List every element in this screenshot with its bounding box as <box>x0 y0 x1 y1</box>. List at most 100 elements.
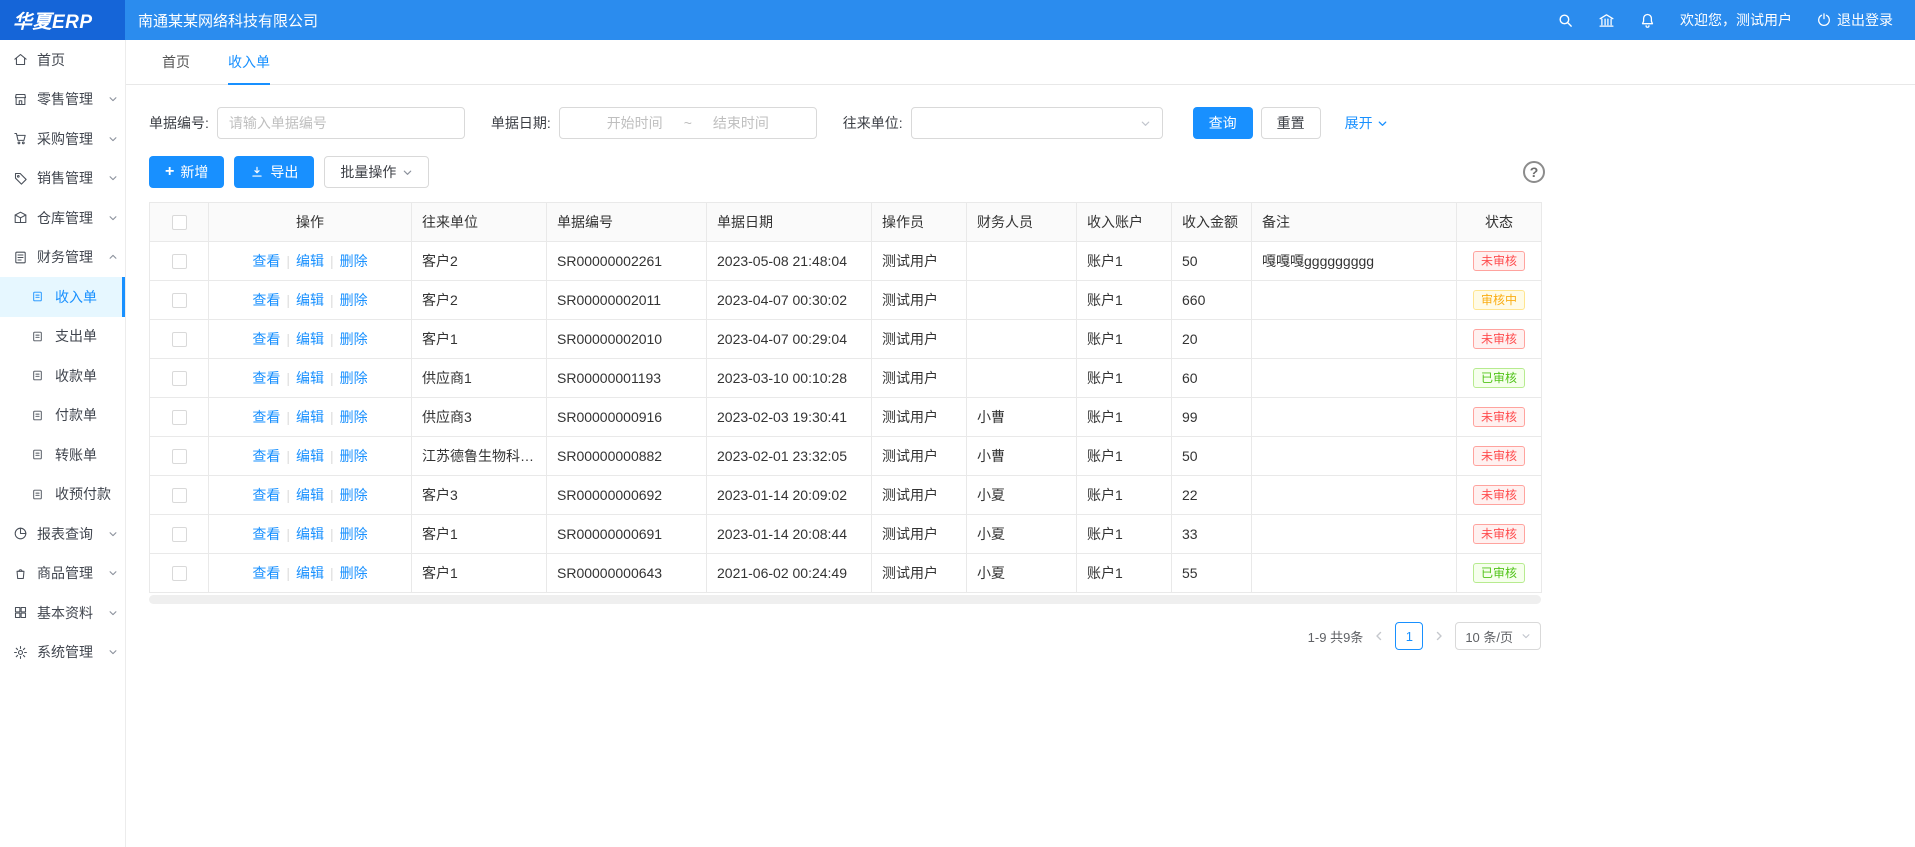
bill-no-input[interactable] <box>217 107 465 139</box>
action-separator: | <box>330 448 334 464</box>
sidebar-item-reports[interactable]: 报表查询 <box>0 514 125 554</box>
page-number-button[interactable]: 1 <box>1395 622 1423 650</box>
bill-no-label: 单据编号: <box>149 113 209 133</box>
edit-link[interactable]: 编辑 <box>296 370 324 386</box>
edit-link[interactable]: 编辑 <box>296 487 324 503</box>
operator-cell: 测试用户 <box>872 242 967 281</box>
row-checkbox[interactable] <box>172 371 187 386</box>
delete-link[interactable]: 删除 <box>340 409 368 425</box>
next-page-button[interactable] <box>1433 630 1445 642</box>
sidebar-item-purchase[interactable]: 采购管理 <box>0 119 125 159</box>
sidebar-item-home[interactable]: 首页 <box>0 40 125 80</box>
edit-link[interactable]: 编辑 <box>296 292 324 308</box>
edit-link[interactable]: 编辑 <box>296 409 324 425</box>
sidebar-subitem-expense-bill[interactable]: 支出单 <box>0 317 125 357</box>
account-cell: 账户1 <box>1077 476 1172 515</box>
view-link[interactable]: 查看 <box>252 331 280 347</box>
row-checkbox[interactable] <box>172 488 187 503</box>
page-size-select[interactable]: 10 条/页 <box>1455 622 1541 650</box>
operator-cell: 测试用户 <box>872 398 967 437</box>
add-button[interactable]: + 新增 <box>149 156 224 188</box>
delete-link[interactable]: 删除 <box>340 253 368 269</box>
sidebar-subitem-payment-bill[interactable]: 付款单 <box>0 396 125 436</box>
view-link[interactable]: 查看 <box>252 565 280 581</box>
row-checkbox[interactable] <box>172 293 187 308</box>
date-range-picker[interactable]: ~ <box>559 107 817 139</box>
bell-icon[interactable] <box>1639 12 1656 29</box>
search-icon[interactable] <box>1557 12 1574 29</box>
edit-link[interactable]: 编辑 <box>296 565 324 581</box>
sidebar-subitem-receipt-bill[interactable]: 收款单 <box>0 356 125 396</box>
date-end-input[interactable] <box>696 115 786 131</box>
table-row: 查看|编辑|删除客户2SR000000022612023-05-08 21:48… <box>150 242 1542 281</box>
tab-income-bill[interactable]: 收入单 <box>228 40 270 85</box>
sidebar-item-goods[interactable]: 商品管理 <box>0 554 125 594</box>
view-link[interactable]: 查看 <box>252 370 280 386</box>
row-checkbox[interactable] <box>172 332 187 347</box>
search-button[interactable]: 查询 <box>1193 107 1253 139</box>
delete-link[interactable]: 删除 <box>340 292 368 308</box>
tab-home[interactable]: 首页 <box>162 40 190 85</box>
horizontal-scrollbar[interactable] <box>149 595 1541 604</box>
batch-actions-button[interactable]: 批量操作 <box>324 156 429 188</box>
account-cell: 账户1 <box>1077 359 1172 398</box>
sidebar-item-sale[interactable]: 销售管理 <box>0 159 125 199</box>
edit-link[interactable]: 编辑 <box>296 331 324 347</box>
action-separator: | <box>286 409 290 425</box>
expand-toggle[interactable]: 展开 <box>1345 113 1388 133</box>
row-checkbox[interactable] <box>172 254 187 269</box>
date-start-input[interactable] <box>590 115 680 131</box>
view-link[interactable]: 查看 <box>252 292 280 308</box>
status-cell: 未审核 <box>1457 398 1542 437</box>
finance-staff-cell: 小曹 <box>967 437 1077 476</box>
bill-date-label: 单据日期: <box>491 113 551 133</box>
prev-page-button[interactable] <box>1373 630 1385 642</box>
finance-staff-cell <box>967 359 1077 398</box>
view-link[interactable]: 查看 <box>252 448 280 464</box>
bill-date-cell: 2023-01-14 20:09:02 <box>707 476 872 515</box>
status-cell: 已审核 <box>1457 554 1542 593</box>
view-link[interactable]: 查看 <box>252 409 280 425</box>
remark-cell <box>1252 515 1457 554</box>
col-amount: 收入金额 <box>1172 203 1252 242</box>
add-button-label: 新增 <box>180 165 208 179</box>
view-link[interactable]: 查看 <box>252 487 280 503</box>
building-icon[interactable] <box>1598 12 1615 29</box>
sidebar-item-finance[interactable]: 财务管理 <box>0 238 125 278</box>
delete-link[interactable]: 删除 <box>340 526 368 542</box>
view-link[interactable]: 查看 <box>252 253 280 269</box>
remark-cell <box>1252 476 1457 515</box>
row-checkbox[interactable] <box>172 410 187 425</box>
reset-button[interactable]: 重置 <box>1261 107 1321 139</box>
view-link[interactable]: 查看 <box>252 526 280 542</box>
delete-link[interactable]: 删除 <box>340 448 368 464</box>
sidebar-item-system[interactable]: 系统管理 <box>0 633 125 673</box>
partner-select[interactable] <box>911 107 1163 139</box>
select-all-checkbox[interactable] <box>172 215 187 230</box>
export-button[interactable]: 导出 <box>234 156 314 188</box>
row-checkbox[interactable] <box>172 449 187 464</box>
sidebar-subitem-income-bill[interactable]: 收入单 <box>0 277 125 317</box>
table-row: 查看|编辑|删除供应商1SR000000011932023-03-10 00:1… <box>150 359 1542 398</box>
help-icon[interactable]: ? <box>1523 161 1545 183</box>
filter-bar: 单据编号: 单据日期: ~ 往来单位: 查询 <box>149 107 1545 139</box>
row-checkbox[interactable] <box>172 566 187 581</box>
row-checkbox[interactable] <box>172 527 187 542</box>
amount-cell: 55 <box>1172 554 1252 593</box>
edit-link[interactable]: 编辑 <box>296 526 324 542</box>
edit-link[interactable]: 编辑 <box>296 448 324 464</box>
delete-link[interactable]: 删除 <box>340 487 368 503</box>
delete-link[interactable]: 删除 <box>340 331 368 347</box>
delete-link[interactable]: 删除 <box>340 565 368 581</box>
sidebar-subitem-prepaid-bill[interactable]: 收预付款 <box>0 475 125 515</box>
sidebar-item-warehouse[interactable]: 仓库管理 <box>0 198 125 238</box>
sidebar-item-basic-data[interactable]: 基本资料 <box>0 593 125 633</box>
operator-cell: 测试用户 <box>872 281 967 320</box>
sidebar-item-label: 报表查询 <box>37 524 93 544</box>
sidebar-subitem-transfer-bill[interactable]: 转账单 <box>0 435 125 475</box>
logout-button[interactable]: 退出登录 <box>1816 10 1893 30</box>
delete-link[interactable]: 删除 <box>340 370 368 386</box>
amount-cell: 22 <box>1172 476 1252 515</box>
sidebar-item-retail[interactable]: 零售管理 <box>0 80 125 120</box>
edit-link[interactable]: 编辑 <box>296 253 324 269</box>
